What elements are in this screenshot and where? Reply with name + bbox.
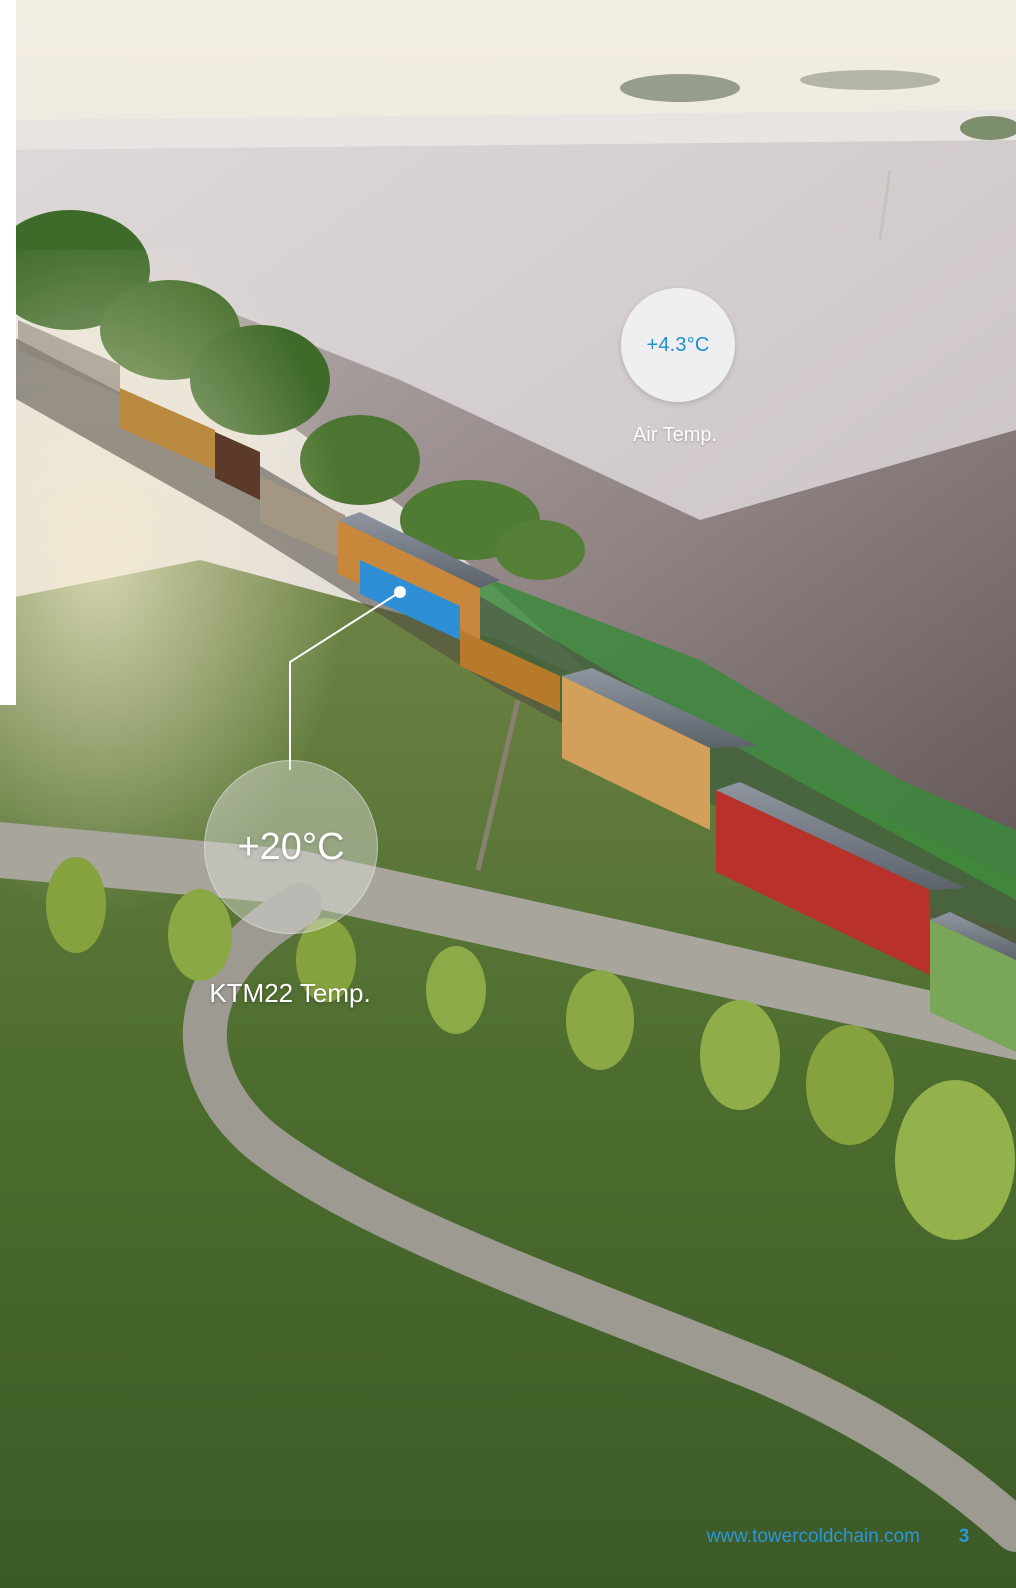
air-temp-bubble: +4.3°C xyxy=(621,288,735,402)
ktm22-temp-value: +20°C xyxy=(237,825,345,868)
ktm22-temp-bubble: +20°C xyxy=(204,760,378,934)
footer-website-link[interactable]: www.towercoldchain.com xyxy=(660,1526,920,1548)
page-number: 3 xyxy=(958,1526,970,1547)
sensor-point xyxy=(394,586,406,598)
page-edge-strip xyxy=(0,0,16,705)
air-temp-value: +4.3°C xyxy=(646,333,710,356)
brochure-page: +4.3°C Air Temp. +20°C KTM22 Temp. www.t… xyxy=(0,0,1016,1588)
aerial-train-photo xyxy=(0,0,1016,1588)
air-temp-label: Air Temp. xyxy=(632,424,718,446)
ktm22-temp-label: KTM22 Temp. xyxy=(209,978,371,1008)
